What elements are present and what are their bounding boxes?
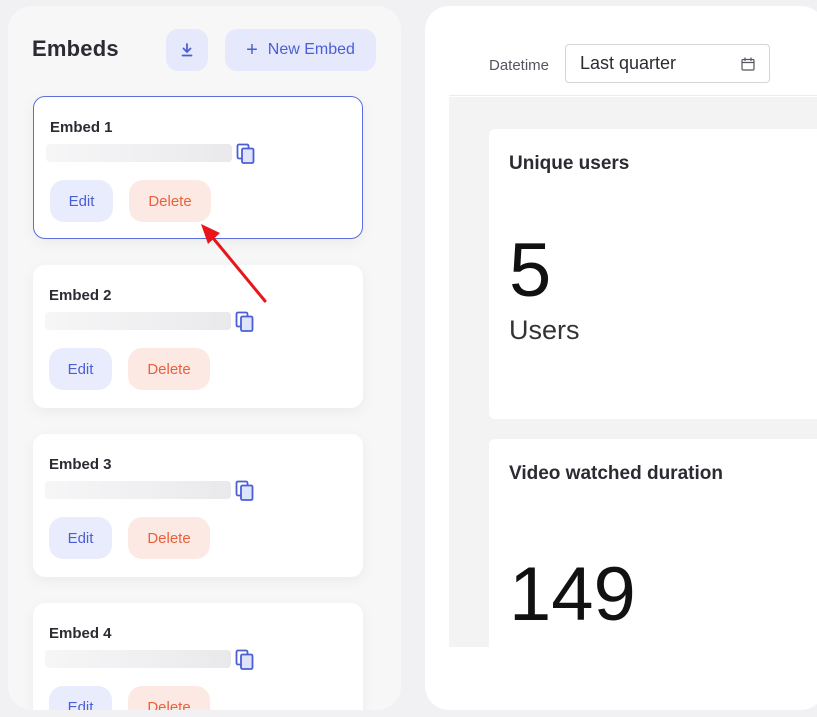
embed-name: Embed 3 (49, 456, 112, 473)
embed-code-field (45, 312, 231, 330)
download-icon (181, 43, 193, 57)
metric-value: 149 (509, 552, 636, 637)
embeds-panel: Embeds + New Embed Embed 1 Edit Delete E… (8, 6, 401, 710)
embed-code-field (46, 144, 232, 162)
embeds-header: Embeds + New Embed (8, 6, 401, 96)
new-embed-button[interactable]: + New Embed (225, 29, 376, 71)
page-title: Embeds (32, 36, 119, 61)
plus-icon: + (246, 39, 258, 61)
date-range-value: Last quarter (580, 53, 677, 73)
embed-name: Embed 1 (50, 119, 113, 136)
edit-button[interactable]: Edit (50, 180, 113, 222)
metric-card-video-duration: Video watched duration 149 (489, 439, 817, 679)
embed-card[interactable]: Embed 3 Edit Delete (33, 434, 363, 577)
metric-title: Unique users (509, 153, 630, 174)
delete-button[interactable]: Delete (128, 517, 210, 559)
calendar-icon (741, 56, 755, 71)
copy-icon[interactable] (235, 480, 255, 502)
edit-button[interactable]: Edit (49, 348, 112, 390)
embed-card[interactable]: Embed 1 Edit Delete (33, 96, 363, 239)
edit-button[interactable]: Edit (49, 686, 112, 710)
embed-name: Embed 4 (49, 625, 112, 642)
metrics-area: Unique users 5 Users Video watched durat… (449, 97, 817, 679)
analytics-panel: Datetime Last quarter Unique users 5 Use… (425, 6, 817, 710)
download-button[interactable] (166, 29, 208, 71)
datetime-label: Datetime (489, 57, 550, 74)
new-embed-label: New Embed (267, 41, 355, 58)
copy-icon[interactable] (235, 311, 255, 333)
date-range-picker[interactable]: Last quarter (565, 44, 770, 83)
copy-icon[interactable] (235, 649, 255, 671)
embed-code-field (45, 650, 231, 668)
delete-button[interactable]: Delete (128, 686, 210, 710)
copy-icon[interactable] (236, 143, 256, 165)
embed-card[interactable]: Embed 4 Edit Delete (33, 603, 363, 710)
filter-bar: Datetime Last quarter (449, 30, 817, 96)
embed-code-field (45, 481, 231, 499)
embed-name: Embed 2 (49, 287, 112, 304)
delete-button[interactable]: Delete (128, 348, 210, 390)
embed-card[interactable]: Embed 2 Edit Delete (33, 265, 363, 408)
edit-button[interactable]: Edit (49, 517, 112, 559)
metric-value: 5 (509, 228, 552, 313)
delete-button[interactable]: Delete (129, 180, 211, 222)
metric-unit: Users (509, 315, 580, 345)
metric-title: Video watched duration (509, 463, 723, 484)
metric-card-unique-users: Unique users 5 Users (489, 129, 817, 419)
